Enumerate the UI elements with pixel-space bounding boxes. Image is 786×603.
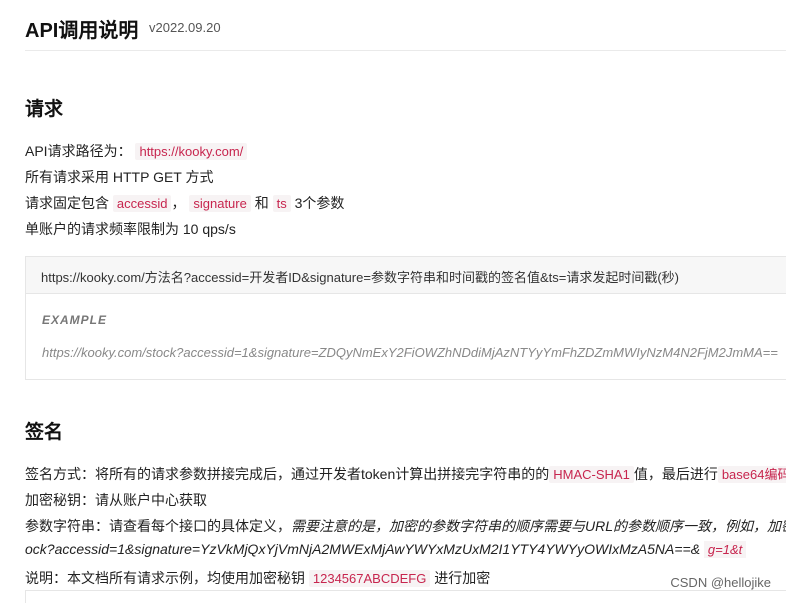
url-format-head: https://kooky.com/方法名?accessid=开发者ID&sig… [26,257,786,294]
base64-label: base64编码 [717,466,786,483]
param-signature: signature [189,195,251,212]
title-bar: API调用说明 v2022.09.20 [25,14,786,51]
signature-key-line: 加密秘钥：请从账户中心获取 [25,492,207,508]
request-method-line: 所有请求采用 HTTP GET 方式 [25,169,214,185]
params-prefix: 请求固定包含 [25,195,109,211]
page-title: API调用说明 [25,20,139,42]
example-url: https://kooky.com/stock?accessid=1&signa… [42,345,778,360]
request-params-line: 请求固定包含 accessid， signature 和 ts 3个参数 [25,193,344,213]
signature-heading: 签名 [25,422,64,443]
signature-method-mid: 值，最后进行 [633,466,718,482]
signature-query-red: g=1&t [703,541,747,558]
url-format-box: https://kooky.com/方法名?accessid=开发者ID&sig… [25,256,786,380]
request-path-url[interactable]: https://kooky.com/ [135,143,248,160]
signature-param-line: 参数字符串：请查看每个接口的具体定义，需要注意的是，加密的参数字符串的顺序需要与… [25,516,786,536]
signature-param-italic: 需要注意的是，加密的参数字符串的顺序需要与URL的参数顺序一致，例如，加密 [291,518,786,534]
param-ts: ts [272,195,291,212]
signature-query-line: ock?accessid=1&signature=YzVkMjQxYjVmNjA… [25,541,747,558]
request-rate-line: 单账户的请求频率限制为 10 qps/s [25,221,236,237]
url-format-text: https://kooky.com/方法名?accessid=开发者ID&sig… [41,270,679,285]
signature-note-prefix: 说明：本文档所有请求示例，均使用加密秘钥 [25,570,305,586]
params-separator: ， [171,195,186,211]
csdn-watermark: CSDN @hellojike [670,575,771,590]
version-label: v2022.09.20 [149,20,221,35]
example-label: EXAMPLE [42,313,108,327]
params-and: 和 [254,195,269,211]
params-suffix: 3个参数 [294,195,345,211]
signature-note-line: 说明：本文档所有请求示例，均使用加密秘钥 1234567ABCDEFG 进行加密 [25,568,490,588]
request-path-line: API请求路径为： https://kooky.com/ [25,141,248,161]
hmac-label: HMAC-SHA1 [549,466,634,483]
signature-method-line: 签名方式：将所有的请求参数拼接完成后，通过开发者token计算出拼接完字符串的的… [25,464,786,484]
signature-note-suffix: 进行加密 [434,570,491,586]
signature-query-text: ock?accessid=1&signature=YzVkMjQxYjVmNjA… [25,541,701,557]
request-heading: 请求 [25,99,64,120]
signature-note-key: 1234567ABCDEFG [308,570,431,587]
param-accessid: accessid [112,195,172,212]
code-box-partial [25,590,786,603]
signature-param-prefix: 参数字符串：请查看每个接口的具体定义， [25,518,291,534]
signature-method-prefix: 签名方式：将所有的请求参数拼接完成后，通过开发者token计算出拼接完字符串的的 [25,466,550,482]
request-path-label: API请求路径为： [25,143,132,159]
